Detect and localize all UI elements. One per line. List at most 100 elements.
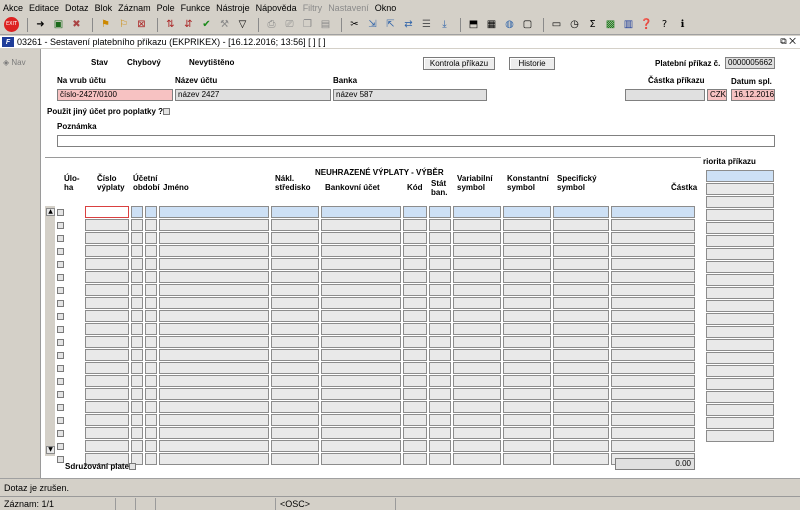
column-header-3[interactable]: Jméno [163,183,189,192]
excel-icon[interactable]: ▩ [603,17,618,32]
table-cell[interactable] [131,427,143,439]
table-cell[interactable] [611,232,695,244]
table-cell[interactable] [611,427,695,439]
table-cell[interactable] [553,323,609,335]
priority-cell[interactable] [706,261,774,273]
block-prev-icon[interactable]: ⬒ [466,17,481,32]
poznamka-field[interactable] [57,135,775,147]
table-cell[interactable] [503,414,551,426]
table-cell[interactable] [271,271,319,283]
table-cell[interactable] [553,401,609,413]
table-cell[interactable] [85,284,129,296]
table-cell[interactable] [159,453,269,465]
table-cell[interactable] [271,427,319,439]
table-cell[interactable] [85,323,129,335]
scroll-up-icon[interactable]: ▲ [46,208,55,216]
table-cell[interactable] [159,388,269,400]
row-checkbox[interactable] [57,248,64,255]
row-checkbox[interactable] [57,378,64,385]
table-cell[interactable] [321,414,401,426]
row-checkbox[interactable] [57,404,64,411]
menu-item-2[interactable]: Dotaz [65,3,89,13]
table-cell[interactable] [403,323,427,335]
table-cell[interactable] [503,206,551,218]
table-cell[interactable] [553,297,609,309]
menu-item-6[interactable]: Funkce [181,3,211,13]
menu-item-8[interactable]: Nápověda [256,3,297,13]
arrow-icon[interactable]: ➜ [33,17,48,32]
menu-item-5[interactable]: Pole [157,3,175,13]
table-cell[interactable] [271,284,319,296]
query-cancel-icon[interactable]: ⊠ [134,17,149,32]
table-cell[interactable] [503,232,551,244]
paste-icon[interactable]: ▤ [318,17,333,32]
table-cell[interactable] [271,440,319,452]
filter-icon[interactable]: ▽ [235,17,250,32]
table-cell[interactable] [503,453,551,465]
row-checkbox[interactable] [57,326,64,333]
table-cell[interactable] [453,245,501,257]
row-checkbox[interactable] [57,222,64,229]
row-checkbox[interactable] [57,313,64,320]
table-cell[interactable] [271,453,319,465]
help-book-icon[interactable]: ❓ [639,17,654,32]
row-checkbox[interactable] [57,235,64,242]
scroll-down-icon[interactable]: ▼ [46,446,55,454]
nav-button[interactable]: ◈ Nav [3,58,26,67]
table-cell[interactable] [321,258,401,270]
row-checkbox[interactable] [57,443,64,450]
table-cell[interactable] [611,362,695,374]
table-cell[interactable] [271,401,319,413]
priority-cell[interactable] [706,378,774,390]
nazev-uctu-field[interactable]: název 2427 [175,89,331,101]
clock-icon[interactable]: ◷ [567,17,582,32]
exit-icon[interactable]: EXIT [4,17,19,32]
table-cell[interactable] [159,414,269,426]
castka-prikazu-field[interactable] [625,89,705,101]
table-cell[interactable] [503,258,551,270]
table-cell[interactable] [611,349,695,361]
print-icon[interactable]: ⎚ [282,17,297,32]
table-cell[interactable] [503,362,551,374]
table-cell[interactable] [429,336,451,348]
table-cell[interactable] [429,232,451,244]
table-cell[interactable] [553,414,609,426]
row-checkbox[interactable] [57,430,64,437]
table-cell[interactable] [429,388,451,400]
table-cell[interactable] [429,206,451,218]
globe-icon[interactable]: ◍ [502,17,517,32]
table-cell[interactable] [159,284,269,296]
table-cell[interactable] [553,388,609,400]
table-cell[interactable] [611,297,695,309]
table-cell[interactable] [429,427,451,439]
query-enter-icon[interactable]: ⚑ [98,17,113,32]
list-icon[interactable]: ☰ [419,17,434,32]
table-cell[interactable] [403,453,427,465]
table-cell[interactable] [159,232,269,244]
table-cell[interactable] [403,349,427,361]
table-cell[interactable] [553,258,609,270]
sdruzovani-checkbox[interactable] [129,463,136,470]
table-cell[interactable] [403,388,427,400]
table-cell[interactable] [145,310,157,322]
table-cell[interactable] [131,206,143,218]
cut-icon[interactable]: ✂ [347,17,362,32]
table-cell[interactable] [403,401,427,413]
row-checkbox[interactable] [57,365,64,372]
table-cell[interactable] [145,284,157,296]
table-cell[interactable] [321,349,401,361]
table-cell[interactable] [145,362,157,374]
table-cell[interactable] [453,362,501,374]
table-cell[interactable] [429,440,451,452]
table-cell[interactable] [145,453,157,465]
table-cell[interactable] [503,219,551,231]
table-cell[interactable] [429,258,451,270]
table-cell[interactable] [553,310,609,322]
priority-cell[interactable] [706,235,774,247]
table-cell[interactable] [403,258,427,270]
row-checkbox[interactable] [57,287,64,294]
table-cell[interactable] [321,336,401,348]
wrench-icon[interactable]: ⚒ [217,17,232,32]
table-cell[interactable] [131,349,143,361]
table-cell[interactable] [453,453,501,465]
